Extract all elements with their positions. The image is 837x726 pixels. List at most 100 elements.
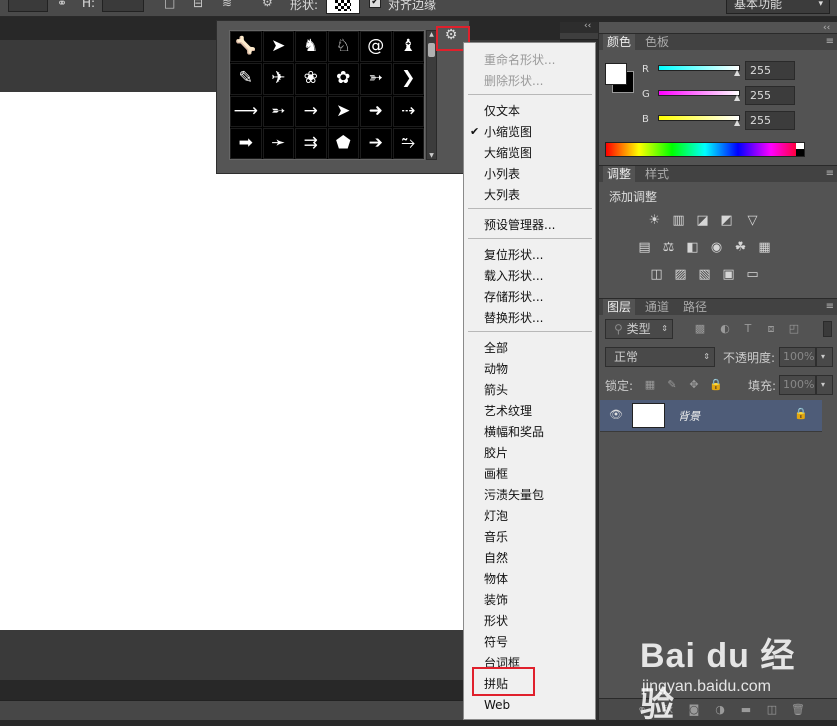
black-white-icon[interactable]: ◧ xyxy=(685,241,700,255)
menu-item-category-banners[interactable]: 横幅和奖品 xyxy=(484,425,544,439)
fill-dropdown-icon[interactable]: ▾ xyxy=(816,375,833,395)
menu-item-category-symbols[interactable]: 符号 xyxy=(484,635,508,649)
selective-color-icon[interactable]: ▣ xyxy=(721,268,736,282)
width-field[interactable] xyxy=(8,0,48,12)
menu-item-category-web[interactable]: Web xyxy=(484,698,510,712)
path-align-icon[interactable]: ⊟ xyxy=(193,0,203,10)
photo-filter-icon[interactable]: ◉ xyxy=(709,241,724,255)
filter-pixel-icon[interactable]: ▩ xyxy=(693,322,707,336)
arrow-feather-icon[interactable]: ➳ xyxy=(360,63,392,95)
opacity-dropdown-icon[interactable]: ▾ xyxy=(816,347,833,367)
r-value-field[interactable]: 255 xyxy=(745,61,795,80)
align-edges-checkbox[interactable]: ✔ xyxy=(369,0,381,8)
filter-text-icon[interactable]: T xyxy=(741,322,755,336)
menu-item-category-music[interactable]: 音乐 xyxy=(484,530,508,544)
r-slider[interactable] xyxy=(658,65,740,71)
menu-item-category-all[interactable]: 全部 xyxy=(484,341,508,355)
snail-icon[interactable]: @ xyxy=(360,31,392,63)
arrow-block-icon[interactable]: ➡ xyxy=(230,127,262,159)
curves-icon[interactable]: ◪ xyxy=(695,214,710,228)
filter-toggle[interactable] xyxy=(823,321,832,337)
cat-icon[interactable]: ♞ xyxy=(295,31,327,63)
link-icon[interactable]: ⚭ xyxy=(57,0,67,10)
channel-mixer-icon[interactable]: ☘ xyxy=(733,241,748,255)
menu-item-replace-shapes[interactable]: 替换形状... xyxy=(484,311,543,325)
tab-layers[interactable]: 图层 xyxy=(603,299,636,315)
menu-item-preset-manager[interactable]: 预设管理器... xyxy=(484,218,555,232)
arrow-long-icon[interactable]: → xyxy=(295,95,327,127)
foreground-color-swatch[interactable] xyxy=(605,63,627,85)
menu-item-reset-shapes[interactable]: 复位形状... xyxy=(484,248,543,262)
paw-icon[interactable]: ❀ xyxy=(295,63,327,95)
arrow-thin-icon[interactable]: ⟶ xyxy=(230,95,262,127)
panel-menu-icon[interactable]: ≡ xyxy=(826,301,834,312)
gradient-map-icon[interactable]: ▭ xyxy=(745,268,760,282)
menu-item-category-film[interactable]: 胶片 xyxy=(484,446,508,460)
levels-icon[interactable]: ▥ xyxy=(671,214,686,228)
menu-item-category-grime[interactable]: 污渍矢量包 xyxy=(484,488,544,502)
arrow-triangle-icon[interactable]: ➤ xyxy=(327,95,359,127)
chevron-icon[interactable]: ❯ xyxy=(392,63,424,95)
arrow-dotted-icon[interactable]: ⇢ xyxy=(392,95,424,127)
paw-2-icon[interactable]: ✿ xyxy=(327,63,359,95)
tab-swatches[interactable]: 色板 xyxy=(641,34,673,50)
menu-item-large-thumbnail[interactable]: 大缩览图 xyxy=(484,146,532,160)
scroll-up-icon[interactable]: ▲ xyxy=(428,31,435,38)
b-slider-handle-icon[interactable]: ▲ xyxy=(734,118,740,127)
scroll-down-icon[interactable]: ▼ xyxy=(428,152,435,159)
dog-icon[interactable]: ♘ xyxy=(327,31,359,63)
lock-position-icon[interactable]: ✥ xyxy=(687,378,701,392)
vibrance-icon[interactable]: ▽ xyxy=(745,214,760,228)
workspace-select[interactable]: 基本功能 ▾ xyxy=(726,0,830,14)
path-ops-icon[interactable]: □ xyxy=(164,0,175,10)
tab-channels[interactable]: 通道 xyxy=(641,299,673,315)
exposure-icon[interactable]: ◩ xyxy=(719,214,734,228)
menu-item-save-shapes[interactable]: 存储形状... xyxy=(484,290,543,304)
r-slider-handle-icon[interactable]: ▲ xyxy=(734,68,740,77)
dove-icon[interactable]: ✈ xyxy=(262,63,294,95)
arrow-bold-2-icon[interactable]: ➔ xyxy=(360,127,392,159)
arrow-feather-2-icon[interactable]: ➵ xyxy=(262,95,294,127)
arrow-bold-icon[interactable]: ➜ xyxy=(360,95,392,127)
fish-icon[interactable]: ➤ xyxy=(262,31,294,63)
panel-menu-icon[interactable]: ≡ xyxy=(826,168,834,179)
eye-icon[interactable]: 👁 xyxy=(609,408,623,421)
filter-smart-icon[interactable]: ◰ xyxy=(787,322,801,336)
color-spectrum-bar[interactable] xyxy=(605,142,805,157)
scroll-thumb[interactable] xyxy=(428,43,435,57)
lock-paint-icon[interactable]: ✎ xyxy=(665,378,679,392)
menu-item-small-list[interactable]: 小列表 xyxy=(484,167,520,181)
threshold-icon[interactable]: ▧ xyxy=(697,268,712,282)
settings-gear-icon[interactable]: ⚙ xyxy=(262,0,273,9)
tab-adjustments[interactable]: 调整 xyxy=(603,166,636,182)
menu-item-small-thumbnail[interactable]: 小缩览图 xyxy=(484,125,532,139)
menu-item-category-arrows[interactable]: 箭头 xyxy=(484,383,508,397)
tab-color[interactable]: 颜色 xyxy=(603,34,636,50)
tab-styles[interactable]: 样式 xyxy=(641,166,673,182)
menu-item-category-objects[interactable]: 物体 xyxy=(484,572,508,586)
posterize-icon[interactable]: ▨ xyxy=(673,268,688,282)
opacity-field[interactable]: 100% xyxy=(779,347,816,367)
fill-field[interactable]: 100% xyxy=(779,375,816,395)
menu-item-load-shapes[interactable]: 载入形状... xyxy=(484,269,543,283)
g-value-field[interactable]: 255 xyxy=(745,86,795,105)
menu-item-category-ornaments[interactable]: 装饰 xyxy=(484,593,508,607)
rabbit-icon[interactable]: ♝ xyxy=(392,31,424,63)
layer-row-background[interactable]: 👁 背景 🔒 xyxy=(600,400,822,432)
arrow-double-icon[interactable]: ⇉ xyxy=(295,127,327,159)
menu-item-category-lightbulbs[interactable]: 灯泡 xyxy=(484,509,508,523)
grip-bar[interactable] xyxy=(560,33,598,40)
panel-menu-icon[interactable]: ≡ xyxy=(826,36,834,47)
shape-preview[interactable] xyxy=(326,0,360,14)
filter-shape-icon[interactable]: ⧈ xyxy=(764,322,778,336)
filter-adjust-icon[interactable]: ◐ xyxy=(718,322,732,336)
menu-item-category-frames[interactable]: 画框 xyxy=(484,467,508,481)
height-field[interactable] xyxy=(102,0,144,12)
path-arrange-icon[interactable]: ≋ xyxy=(222,0,232,10)
arrow-wave-icon[interactable]: ⥲ xyxy=(392,127,424,159)
collapse-icon[interactable]: ‹‹ xyxy=(584,21,591,31)
lock-transparency-icon[interactable]: ▦ xyxy=(643,378,657,392)
panel-collapse-icon[interactable]: ‹‹ xyxy=(823,23,830,33)
menu-item-category-shapes[interactable]: 形状 xyxy=(484,614,508,628)
bone-icon[interactable]: 🦴 xyxy=(230,31,262,63)
